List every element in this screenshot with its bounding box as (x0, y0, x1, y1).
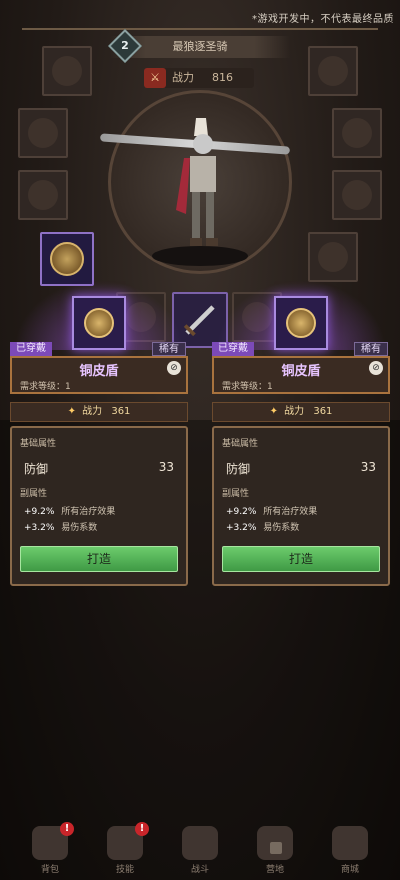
sub-stat-row: +9.2% 所有治疗效果 (24, 504, 115, 517)
item-name: 铜皮盾 (281, 364, 321, 379)
knight-figure-icon (176, 118, 218, 246)
sub-stat-row: +3.2% 易伤系数 (226, 520, 299, 533)
hero-power-row: ⚔ 战力 816 (144, 68, 254, 88)
shop-icon (332, 826, 368, 860)
base-stats-title: 基础属性 (20, 439, 57, 449)
tab-label: 营地 (265, 865, 284, 875)
tab-label: 背包 (40, 865, 59, 875)
slot-empty-icon (28, 118, 58, 148)
sub-stat-label: 所有治疗效果 (263, 507, 318, 517)
sub-stat-label: 易伤系数 (61, 523, 98, 533)
shield-icon (84, 308, 114, 338)
slot-helmet[interactable] (308, 46, 358, 96)
item-card-left: 已穿戴 稀有 铜皮盾 ⊘ 需求等级：1 ✦ 战力 361 基础属性 防御 33 … (10, 296, 190, 586)
required-level: 需求等级：1 (222, 382, 273, 392)
stats-panel: 基础属性 防御 33 副属性 +9.2% 所有治疗效果 +3.2% 易伤系数 打… (212, 426, 390, 586)
lock-toggle-icon[interactable]: ⊘ (369, 361, 383, 375)
equipment-screen: *游戏开发中，不代表最终品质 最狼逐圣骑 2 ⚔ 战力 816 已穿戴 稀有 铜… (0, 0, 400, 880)
rarity-tag: 稀有 (354, 342, 388, 356)
alert-badge: ! (135, 822, 149, 836)
equipped-tag: 已穿戴 (212, 342, 254, 356)
sub-stat-label: 所有治疗效果 (61, 507, 116, 517)
slot-empty-icon (318, 56, 348, 86)
hero-power-value: 816 (212, 71, 233, 84)
tab-label: 技能 (115, 865, 134, 875)
item-icon-frame (274, 296, 328, 350)
combat-value: 361 (313, 406, 333, 417)
combat-label: 战力 (82, 406, 103, 417)
slot-empty-icon (342, 180, 372, 210)
slot-shield-equipped[interactable] (40, 232, 94, 286)
bottom-nav: ! 背包 ! 技能 战斗 营地 商城 (0, 812, 400, 880)
combat-power-row: ✦ 战力 361 (10, 402, 188, 422)
dev-disclaimer: *游戏开发中，不代表最终品质 (252, 14, 394, 25)
slot-armor[interactable] (18, 170, 68, 220)
battle-icon (182, 826, 218, 860)
sub-stat-label: 易伤系数 (263, 523, 300, 533)
power-icon: ✦ (269, 406, 278, 417)
slot-chest[interactable] (332, 108, 382, 158)
shield-icon (286, 308, 316, 338)
sub-stats-title: 副属性 (20, 489, 48, 499)
tab-label: 战斗 (190, 865, 209, 875)
sub-stat-value: +9.2% (226, 507, 257, 517)
forge-button[interactable]: 打造 (222, 546, 380, 572)
power-icon: ✦ (67, 406, 76, 417)
item-card-right: 已穿戴 稀有 铜皮盾 ⊘ 需求等级：1 ✦ 战力 361 基础属性 防御 33 … (212, 296, 392, 586)
base-stat-name: 防御 (24, 462, 49, 476)
base-stat-value: 33 (360, 460, 376, 474)
hero-power-label: 战力 (172, 71, 194, 84)
frame-divider (22, 28, 378, 30)
equipped-tag: 已穿戴 (10, 342, 52, 356)
combat-label: 战力 (284, 406, 305, 417)
item-icon-frame (72, 296, 126, 350)
tab-backpack[interactable]: ! 背包 (20, 822, 80, 878)
lock-icon (270, 842, 282, 854)
sub-stat-row: +9.2% 所有治疗效果 (226, 504, 317, 517)
lock-toggle-icon[interactable]: ⊘ (167, 361, 181, 375)
alert-badge: ! (60, 822, 74, 836)
sub-stat-value: +9.2% (24, 507, 55, 517)
sub-stats-title: 副属性 (222, 489, 250, 499)
item-name: 铜皮盾 (79, 364, 119, 379)
tab-skills[interactable]: ! 技能 (95, 822, 155, 878)
power-icon: ⚔ (144, 68, 166, 88)
slot-boots[interactable] (308, 232, 358, 282)
tab-camp[interactable]: 营地 (245, 822, 305, 878)
combat-value: 361 (111, 406, 131, 417)
combat-power-row: ✦ 战力 361 (212, 402, 390, 422)
slot-empty-icon (28, 180, 58, 210)
slot-empty-icon (52, 56, 82, 86)
stats-panel: 基础属性 防御 33 副属性 +9.2% 所有治疗效果 +3.2% 易伤系数 打… (10, 426, 188, 586)
forge-button[interactable]: 打造 (20, 546, 178, 572)
item-name-panel: 铜皮盾 ⊘ 需求等级：1 (212, 356, 390, 394)
slot-empty-icon (318, 242, 348, 272)
base-stat-value: 33 (158, 460, 174, 474)
required-level: 需求等级：1 (20, 382, 71, 392)
base-stats-title: 基础属性 (222, 439, 259, 449)
hero-level: 2 (121, 39, 129, 52)
base-stat-name: 防御 (226, 462, 251, 476)
tab-shop[interactable]: 商城 (320, 822, 380, 878)
shield-icon (50, 242, 84, 276)
hero-name: 最狼逐圣骑 (172, 40, 228, 53)
item-name-panel: 铜皮盾 ⊘ 需求等级：1 (10, 356, 188, 394)
tab-label: 商城 (340, 865, 359, 875)
sub-stat-row: +3.2% 易伤系数 (24, 520, 97, 533)
sub-stat-value: +3.2% (24, 523, 55, 533)
slot-empty-icon (342, 118, 372, 148)
slot-weapon[interactable] (42, 46, 92, 96)
tab-battle[interactable]: 战斗 (170, 822, 230, 878)
rarity-tag: 稀有 (152, 342, 186, 356)
sub-stat-value: +3.2% (226, 523, 257, 533)
slot-legs[interactable] (332, 170, 382, 220)
slot-necklace[interactable] (18, 108, 68, 158)
